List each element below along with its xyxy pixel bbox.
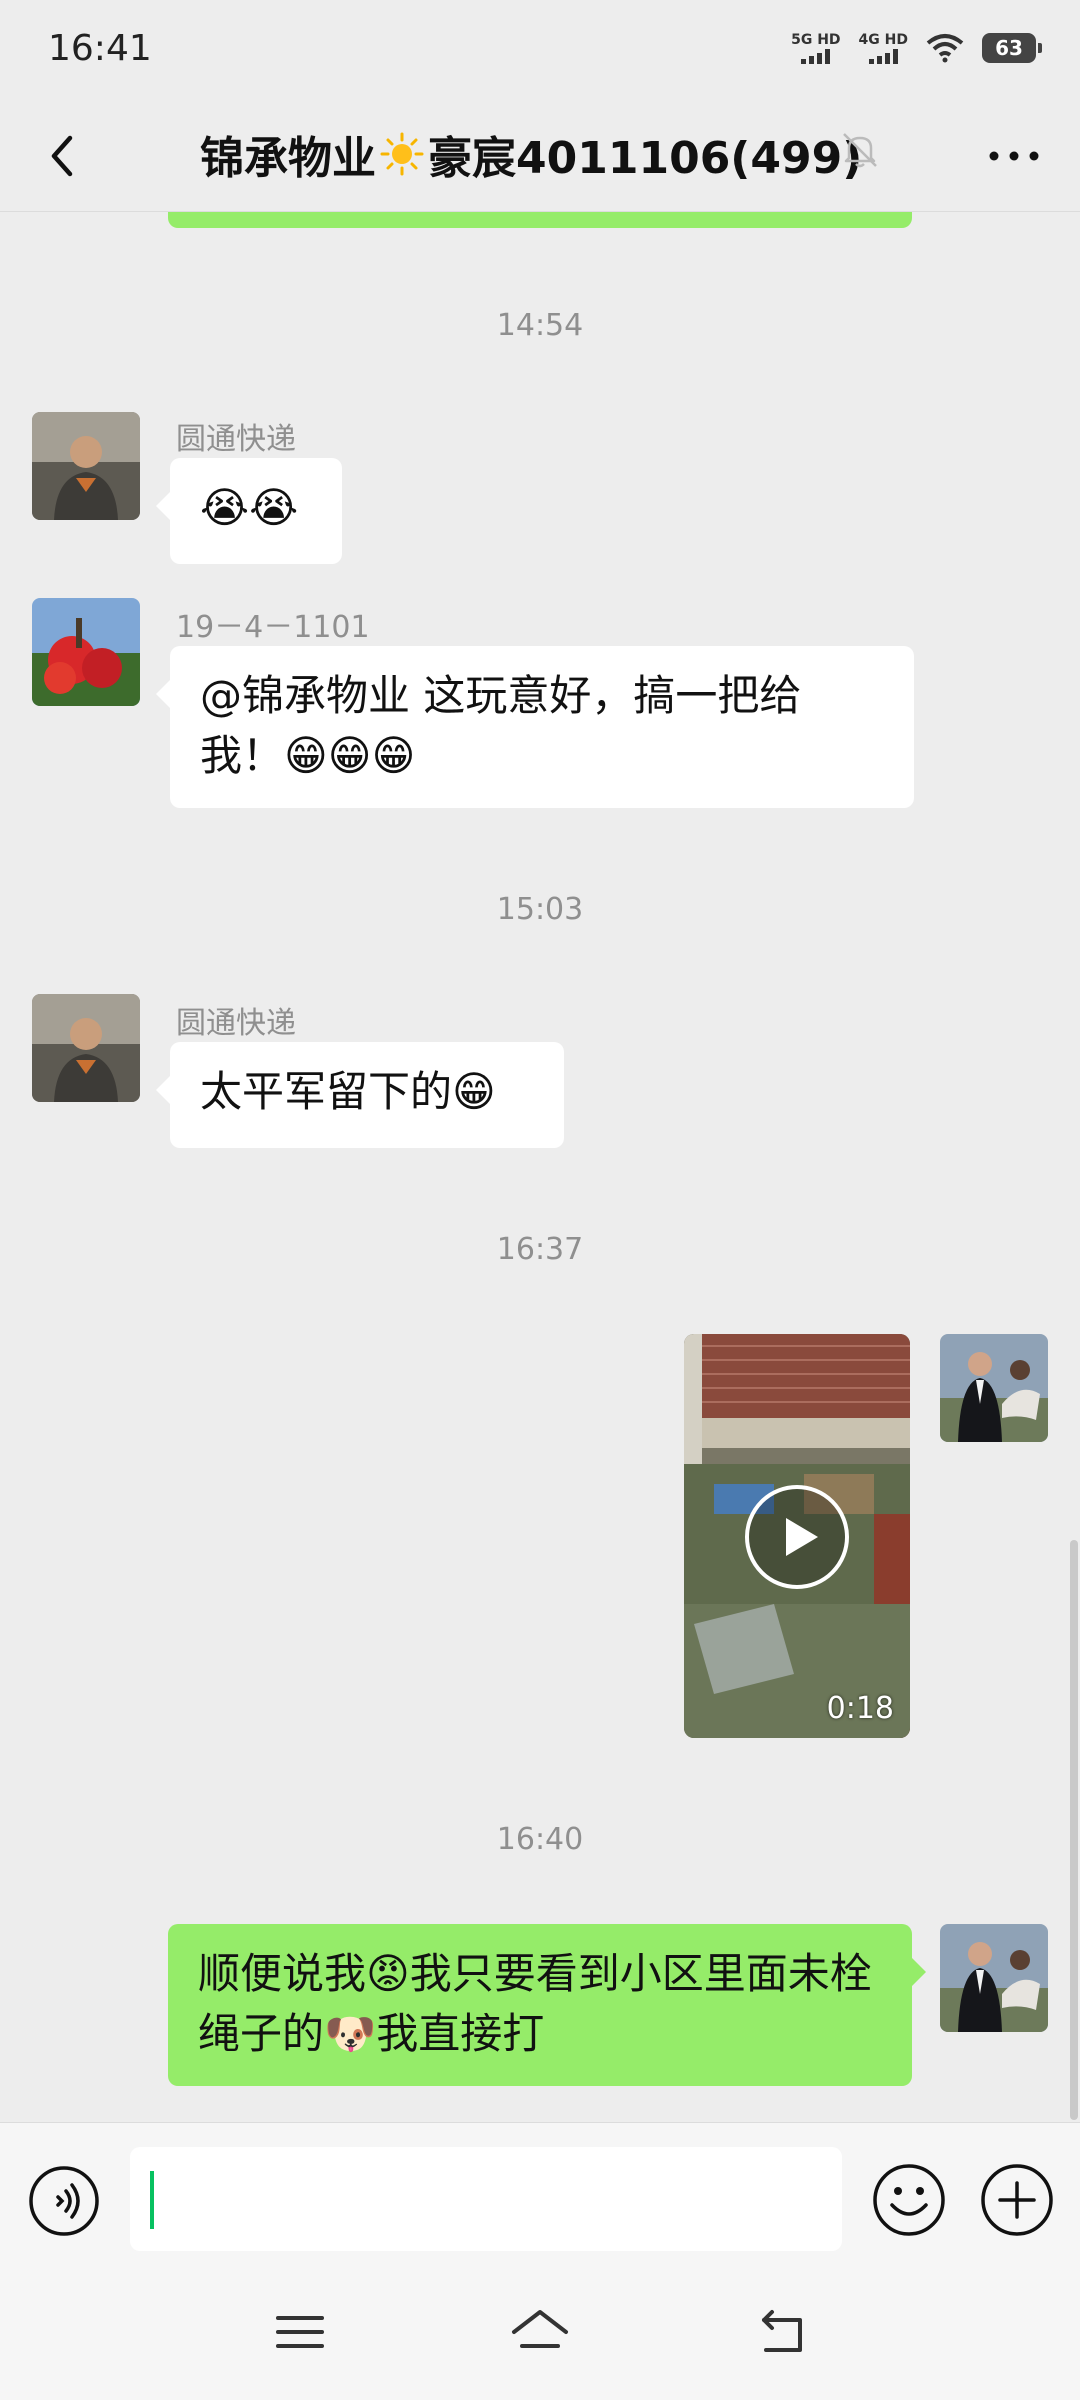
sender-name: 19－4－1101 — [176, 610, 370, 645]
message-text: 顺便说我😡我只要看到小区里面未栓绳子的🐶我直接打 — [198, 1949, 872, 2058]
previous-message-bubble — [168, 212, 912, 228]
status-icons: 5G HD 4G HD 63 — [791, 28, 1042, 68]
sun-icon — [380, 132, 424, 176]
message-bubble[interactable]: 顺便说我😡我只要看到小区里面未栓绳子的🐶我直接打 — [168, 1924, 926, 2086]
video-message[interactable]: 0:18 — [684, 1334, 910, 1738]
back-nav-icon[interactable] — [750, 2300, 814, 2364]
plus-icon[interactable] — [980, 2163, 1054, 2237]
sender-name: 圆通快递 — [176, 422, 296, 457]
message-text: 太平军留下的😁 — [200, 1067, 496, 1116]
message-timestamp: 14:54 — [496, 308, 584, 343]
chat-title: 锦承物业 豪宸4011106(499) — [200, 122, 862, 186]
message-bubble[interactable]: 太平军留下的😁 — [156, 1042, 564, 1148]
message-timestamp: 15:03 — [496, 892, 584, 927]
emoji-icon[interactable] — [872, 2163, 946, 2237]
voice-icon[interactable] — [28, 2165, 100, 2237]
battery-level: 63 — [995, 36, 1023, 60]
message-timestamp: 16:40 — [496, 1822, 584, 1857]
video-duration: 0:18 — [826, 1691, 894, 1726]
avatar[interactable] — [32, 994, 140, 1102]
signal-label: 5G HD — [791, 32, 841, 48]
avatar[interactable] — [940, 1334, 1048, 1442]
bell-off-icon — [843, 133, 877, 168]
message-bubble[interactable]: 😭😭 — [156, 458, 342, 564]
input-bar — [0, 2122, 1080, 2270]
status-bar: 16:41 5G HD 4G HD 63 — [0, 0, 1080, 100]
signal-label: 4G HD — [858, 32, 908, 48]
chat-title-part: 豪宸4011106(499) — [428, 133, 863, 184]
home-icon[interactable] — [508, 2300, 572, 2364]
message-text: 😭😭 — [200, 483, 299, 532]
chevron-left-icon[interactable] — [34, 126, 94, 186]
more-icon[interactable] — [982, 126, 1046, 186]
message-input[interactable] — [130, 2147, 842, 2251]
signal-icon: 5G HD — [791, 32, 841, 64]
battery-icon: 63 — [982, 33, 1042, 63]
play-icon[interactable] — [742, 1482, 852, 1592]
avatar[interactable] — [32, 598, 140, 706]
avatar[interactable] — [32, 412, 140, 520]
signal-icon: 4G HD — [859, 32, 908, 64]
sender-name: 圆通快递 — [176, 1006, 296, 1041]
scrollbar[interactable] — [1070, 1540, 1078, 2120]
chat-title-part: 锦承物业 — [200, 133, 376, 184]
menu-icon[interactable] — [268, 2300, 332, 2364]
avatar[interactable] — [940, 1924, 1048, 2032]
message-text: @锦承物业 这玩意好，搞一把给我！😁😁😁 — [200, 671, 802, 780]
text-cursor — [150, 2171, 154, 2229]
message-timestamp: 16:37 — [496, 1232, 584, 1267]
wifi-icon — [926, 34, 964, 63]
chat-header: 锦承物业 豪宸4011106(499) — [0, 100, 1080, 212]
system-nav-bar — [0, 2270, 1080, 2400]
status-time: 16:41 — [48, 28, 152, 69]
message-bubble[interactable]: @锦承物业 这玩意好，搞一把给我！😁😁😁 — [156, 646, 914, 808]
chat-screen: 16:41 5G HD 4G HD 63 锦承物业 豪宸4011106(499)… — [0, 0, 1080, 2400]
